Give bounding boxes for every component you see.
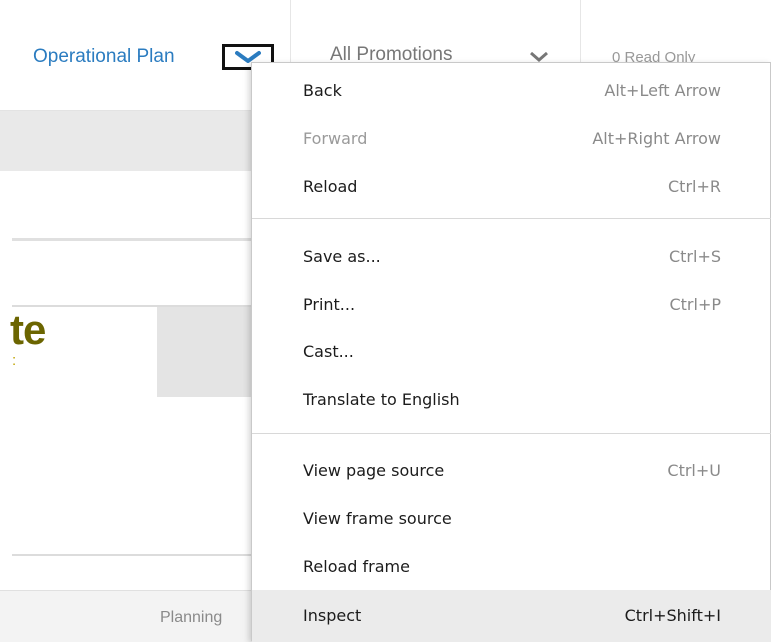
menu-item-shortcut: Alt+Right Arrow: [592, 129, 721, 148]
subtitle-fragment: :: [12, 352, 17, 369]
menu-item-shortcut: Alt+Left Arrow: [604, 81, 721, 100]
menu-item-shortcut: Ctrl+P: [669, 295, 721, 314]
title-fragment: te: [10, 306, 46, 353]
menu-item-label: View page source: [303, 461, 445, 480]
panel-block: [157, 307, 257, 397]
menu-item-translate[interactable]: Translate to English: [252, 379, 771, 421]
menu-item-shortcut: Ctrl+S: [668, 247, 721, 266]
menu-item-view-page-source[interactable]: View page source Ctrl+U: [252, 450, 771, 492]
menu-item-label: Save as...: [303, 247, 381, 266]
menu-item-inspect[interactable]: Inspect Ctrl+Shift+I: [252, 590, 771, 642]
menu-item-label: Cast...: [303, 342, 354, 361]
menu-separator: [252, 433, 771, 434]
operational-plan-link[interactable]: Operational Plan: [33, 46, 175, 68]
menu-item-print[interactable]: Print... Ctrl+P: [252, 284, 771, 326]
menu-item-label: Translate to English: [303, 390, 460, 409]
menu-item-back[interactable]: Back Alt+Left Arrow: [252, 70, 771, 112]
context-menu: Back Alt+Left Arrow Forward Alt+Right Ar…: [251, 62, 771, 642]
menu-item-view-frame-source[interactable]: View frame source: [252, 498, 771, 540]
menu-item-shortcut: Ctrl+U: [667, 461, 721, 480]
menu-item-shortcut: Ctrl+Shift+I: [624, 606, 721, 625]
menu-item-cast[interactable]: Cast...: [252, 331, 771, 373]
menu-item-label: Print...: [303, 295, 356, 314]
menu-item-forward[interactable]: Forward Alt+Right Arrow: [252, 118, 771, 160]
menu-item-label: Reload: [303, 177, 358, 196]
menu-item-save-as[interactable]: Save as... Ctrl+S: [252, 236, 771, 278]
menu-item-label: Back: [303, 81, 342, 100]
menu-item-reload[interactable]: Reload Ctrl+R: [252, 166, 771, 208]
menu-item-reload-frame[interactable]: Reload frame: [252, 546, 771, 588]
menu-separator: [252, 218, 771, 219]
menu-item-label: Reload frame: [303, 557, 410, 576]
tab-planning[interactable]: Planning: [160, 609, 222, 627]
menu-item-label: View frame source: [303, 509, 452, 528]
menu-item-label: Inspect: [303, 606, 362, 625]
menu-item-shortcut: Ctrl+R: [668, 177, 721, 196]
menu-item-label: Forward: [303, 129, 368, 148]
chevron-down-icon[interactable]: [530, 52, 548, 62]
